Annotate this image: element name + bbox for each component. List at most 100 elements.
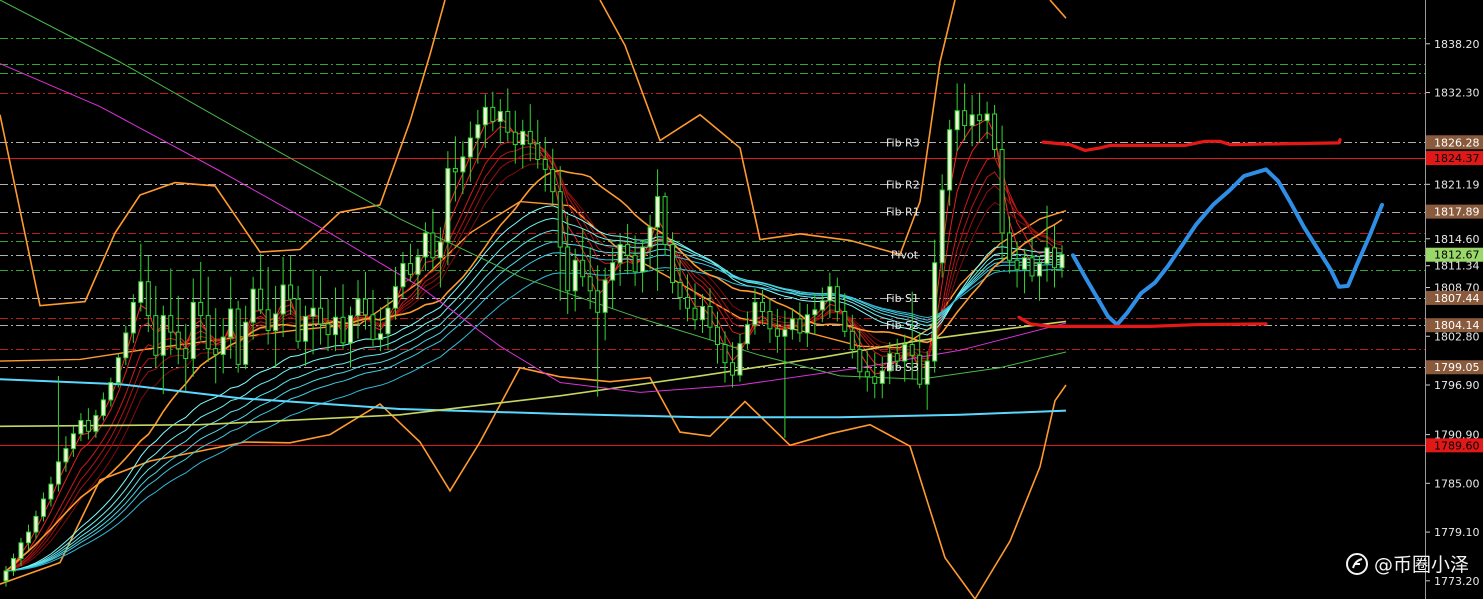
- candle-body: [1022, 257, 1028, 270]
- candle-body: [782, 329, 788, 337]
- candle-body: [445, 168, 451, 243]
- candle-body: [939, 189, 945, 264]
- candle-body: [595, 290, 601, 313]
- candle-body: [662, 196, 668, 246]
- candle-body: [123, 332, 129, 359]
- candle-body: [243, 321, 249, 365]
- candle-body: [827, 286, 833, 302]
- candle-body: [924, 360, 930, 385]
- candle-body: [640, 246, 646, 273]
- candle-body: [198, 301, 204, 317]
- axis-tick-label: 1785.00: [1434, 477, 1480, 490]
- candle-body: [1029, 257, 1035, 277]
- candle-body: [864, 371, 870, 378]
- candle-body: [804, 314, 810, 334]
- candle-body: [407, 263, 413, 275]
- candle-body: [190, 301, 196, 360]
- candle-body: [1052, 247, 1058, 269]
- candle-body: [362, 298, 368, 316]
- candle-body: [587, 276, 593, 292]
- price-tag-label: 1804.14: [1434, 319, 1480, 332]
- candle-body: [512, 131, 518, 146]
- candle-body: [767, 310, 773, 330]
- candle-body: [70, 433, 76, 450]
- candle-body: [10, 558, 16, 572]
- candle-body: [100, 399, 106, 417]
- fib-label: Fib R1: [886, 206, 920, 219]
- watermark-logo-icon: [1345, 552, 1368, 575]
- candle-body: [610, 262, 616, 281]
- candle-body: [325, 323, 331, 336]
- candle-body: [280, 284, 286, 315]
- candle-body: [205, 315, 211, 350]
- candle-body: [842, 310, 848, 332]
- candle-body: [85, 420, 91, 432]
- candle-body: [430, 232, 436, 259]
- price-chart: Fib R3 Fib R2 Fib R1 Pivot Fib S1 Fib S2 Fib S…: [0, 0, 1483, 599]
- candle-body: [303, 315, 309, 342]
- fib-label: Fib R2: [886, 178, 920, 191]
- candle-body: [422, 232, 428, 258]
- candle-body: [340, 316, 346, 344]
- candle-body: [78, 420, 84, 435]
- price-tag-label: 1824.37: [1434, 152, 1480, 165]
- candle-body: [333, 316, 339, 336]
- candle-body: [879, 370, 885, 384]
- candle-body: [752, 301, 758, 326]
- axis-tick-label: 1802.80: [1434, 330, 1480, 343]
- price-tag-label: 1799.05: [1434, 361, 1480, 374]
- candle-body: [460, 156, 466, 173]
- candle-body: [25, 531, 31, 544]
- candle-body: [288, 284, 294, 300]
- candle-body: [138, 281, 144, 303]
- price-tag-label: 1807.44: [1434, 292, 1480, 305]
- candle-body: [33, 515, 39, 533]
- candle-body: [295, 298, 301, 342]
- candle-body: [228, 308, 234, 338]
- candle-body: [759, 301, 765, 312]
- candle-body: [685, 296, 691, 309]
- candle-body: [385, 307, 391, 335]
- candle-body: [774, 328, 780, 337]
- candle-body: [258, 288, 264, 311]
- candle-body: [348, 315, 354, 344]
- candle-body: [160, 315, 166, 356]
- watermark-text: @币圈小泽: [1373, 554, 1469, 576]
- candle-body: [894, 353, 900, 362]
- axis-tick-label: 1838.20: [1434, 38, 1480, 51]
- candle-body: [48, 483, 54, 500]
- candle-body: [250, 288, 256, 323]
- chart-background: [0, 0, 1483, 599]
- candle-body: [175, 331, 181, 350]
- candle-body: [130, 301, 136, 334]
- candle-body: [535, 143, 541, 160]
- candle-body: [452, 168, 458, 173]
- candle-body: [1059, 253, 1065, 269]
- candle-body: [467, 137, 473, 158]
- candle-body: [902, 344, 908, 362]
- price-tag-label: 1826.28: [1434, 136, 1480, 149]
- candle-body: [213, 348, 219, 355]
- candle-body: [625, 244, 631, 256]
- candle-body: [557, 191, 563, 248]
- candle-body: [812, 309, 818, 316]
- candle-body: [55, 461, 61, 485]
- candle-body: [872, 376, 878, 384]
- price-tag-label: 1817.89: [1434, 206, 1480, 219]
- candle-body: [235, 308, 241, 365]
- candle-body: [1007, 232, 1013, 261]
- candle-body: [932, 262, 938, 362]
- candle-body: [655, 196, 661, 228]
- axis-tick-label: 1779.10: [1434, 526, 1480, 539]
- candle-body: [969, 114, 975, 127]
- candle-body: [834, 286, 840, 312]
- candle-body: [63, 448, 69, 463]
- candle-body: [18, 542, 24, 560]
- axis-tick-label: 1814.60: [1434, 233, 1480, 246]
- candle-body: [580, 259, 586, 278]
- candle-body: [415, 256, 421, 275]
- candle-body: [273, 313, 279, 331]
- candle-body: [632, 254, 638, 273]
- candle-body: [1037, 263, 1043, 277]
- candle-body: [700, 306, 706, 321]
